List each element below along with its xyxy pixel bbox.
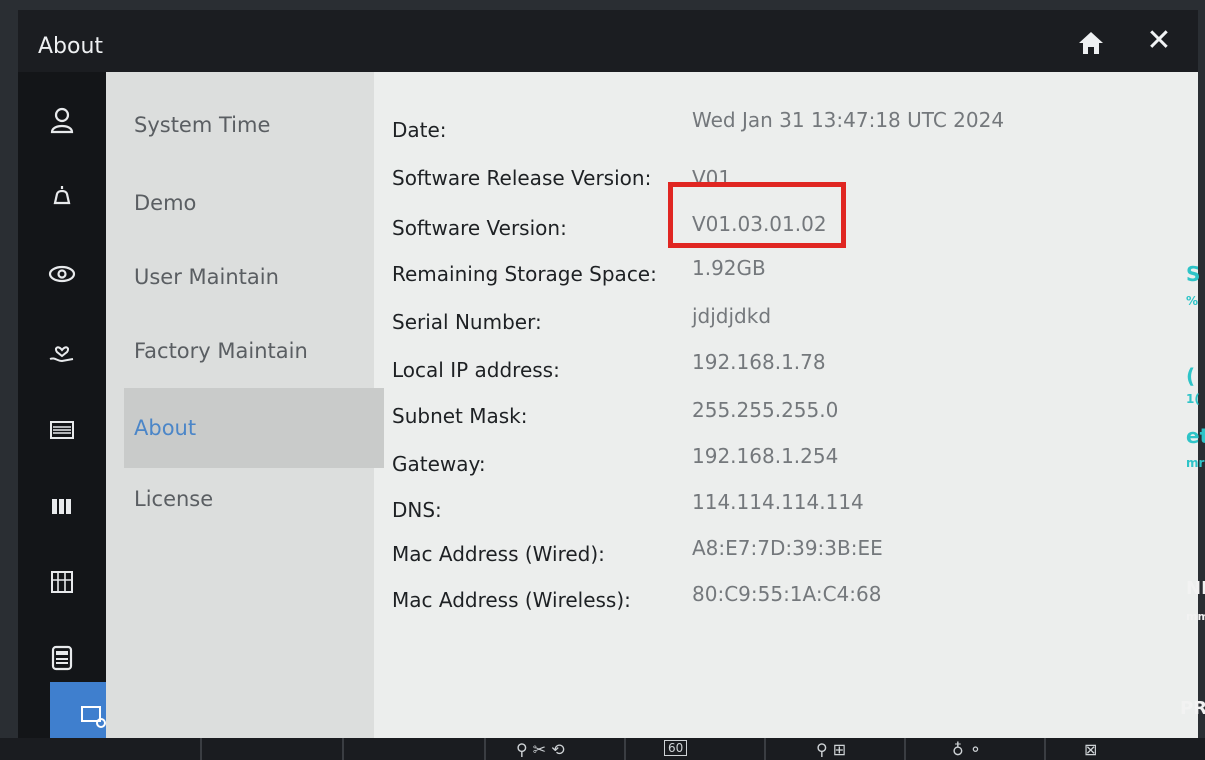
tools-icon[interactable]: ⚲ ✂ ⟲ xyxy=(516,740,565,759)
device-info: Date: Wed Jan 31 13:47:18 UTC 2024 Softw… xyxy=(374,72,1198,755)
title-bar: About ✕ xyxy=(18,10,1198,72)
person-bed-icon[interactable]: ⚲ ⊞ xyxy=(816,740,846,759)
user-icon[interactable] xyxy=(36,94,88,146)
edge-text-c: ( xyxy=(1186,364,1196,388)
edge-text-mr: mr xyxy=(1186,456,1205,470)
info-row-dns: DNS: 114.114.114.114 xyxy=(392,490,1192,530)
grid-settings-icon[interactable] xyxy=(36,556,88,608)
about-panel: System Time Demo User Maintain Factory M… xyxy=(106,72,1198,755)
info-row-storage: Remaining Storage Space: 1.92GB xyxy=(392,256,1192,296)
bottom-bar: ⚲ ✂ ⟲ 60 ⚲ ⊞ ♁ ⚬ ⊠ xyxy=(0,738,1205,760)
mac-wired-value: A8:E7:7D:39:3B:EE xyxy=(692,536,883,560)
info-row-ip: Local IP address: 192.168.1.78 xyxy=(392,350,1192,390)
storage-label: Remaining Storage Space: xyxy=(392,262,657,286)
divider xyxy=(764,738,766,760)
subnet-label: Subnet Mask: xyxy=(392,404,528,428)
users-icon[interactable]: ♁ ⚬ xyxy=(952,740,982,759)
release-version-label: Software Release Version: xyxy=(392,166,652,190)
menu-item-system-time[interactable]: System Time xyxy=(124,98,384,152)
info-row-date: Date: Wed Jan 31 13:47:18 UTC 2024 xyxy=(392,108,1192,152)
divider xyxy=(342,738,344,760)
mac-wired-label: Mac Address (Wired): xyxy=(392,542,605,566)
divider xyxy=(624,738,626,760)
edge-text-ten: 1( xyxy=(1186,392,1200,406)
menu-item-license[interactable]: License xyxy=(124,472,384,526)
mac-wireless-value: 80:C9:55:1A:C4:68 xyxy=(692,582,882,606)
edge-text-s: S xyxy=(1186,262,1201,286)
dns-label: DNS: xyxy=(392,498,442,522)
edge-text-pct: % xyxy=(1186,294,1199,308)
settings-menu: System Time Demo User Maintain Factory M… xyxy=(106,72,384,755)
menu-item-demo[interactable]: Demo xyxy=(124,176,384,230)
close-icon[interactable]: ✕ xyxy=(1142,24,1176,58)
divider xyxy=(904,738,906,760)
monitor-60-icon[interactable]: 60 xyxy=(664,740,688,756)
menu-item-about[interactable]: About xyxy=(124,388,384,468)
serial-label: Serial Number: xyxy=(392,310,542,334)
divider xyxy=(1044,738,1046,760)
edge-text-ni: NI xyxy=(1186,578,1205,599)
home-icon[interactable] xyxy=(1076,28,1106,58)
menu-item-factory-maintain[interactable]: Factory Maintain xyxy=(124,324,384,378)
ip-label: Local IP address: xyxy=(392,358,560,382)
edge-text-et: et xyxy=(1186,424,1205,448)
storage-value: 1.92GB xyxy=(692,256,766,280)
mac-wireless-label: Mac Address (Wireless): xyxy=(392,588,631,612)
monitor-wave-icon[interactable] xyxy=(36,404,88,456)
menu-item-user-maintain[interactable]: User Maintain xyxy=(124,250,384,304)
info-row-subnet: Subnet Mask: 255.255.255.0 xyxy=(392,398,1192,438)
info-row-gateway: Gateway: 192.168.1.254 xyxy=(392,444,1192,484)
divider xyxy=(200,738,202,760)
date-label: Date: xyxy=(392,118,447,142)
device-screen: About ✕ System Time Demo User Maintain F… xyxy=(18,10,1198,755)
date-value: Wed Jan 31 13:47:18 UTC 2024 xyxy=(692,108,1005,132)
gateway-label: Gateway: xyxy=(392,452,486,476)
software-version-label: Software Version: xyxy=(392,216,567,240)
hand-heart-icon[interactable] xyxy=(36,326,88,378)
bell-icon[interactable] xyxy=(36,170,88,222)
subnet-value: 255.255.255.0 xyxy=(692,398,839,422)
serial-value: jdjdjdkd xyxy=(692,304,772,328)
ip-value: 192.168.1.78 xyxy=(692,350,826,374)
trend-icon[interactable]: ⊠ xyxy=(1084,740,1097,759)
divider xyxy=(484,738,486,760)
bars-icon[interactable] xyxy=(36,480,88,532)
edge-text-mm: mm xyxy=(1186,610,1205,623)
edge-text-pr: PR xyxy=(1180,698,1205,719)
info-row-mac-wired: Mac Address (Wired): A8:E7:7D:39:3B:EE xyxy=(392,536,1192,576)
calculator-icon[interactable] xyxy=(36,632,88,684)
info-row-serial: Serial Number: jdjdjdkd xyxy=(392,304,1192,344)
software-version-highlight xyxy=(668,182,846,248)
window-title: About xyxy=(38,34,104,59)
eye-icon[interactable] xyxy=(36,248,88,300)
info-row-mac-wireless: Mac Address (Wireless): 80:C9:55:1A:C4:6… xyxy=(392,582,1192,622)
gateway-value: 192.168.1.254 xyxy=(692,444,839,468)
dns-value: 114.114.114.114 xyxy=(692,490,864,514)
icon-rail xyxy=(18,72,136,755)
